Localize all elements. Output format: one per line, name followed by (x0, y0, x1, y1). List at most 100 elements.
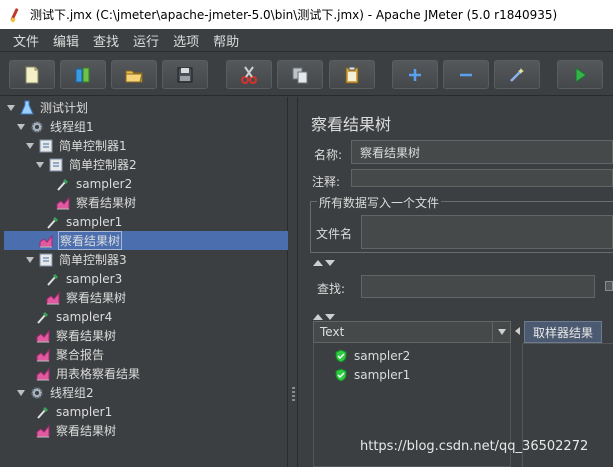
expand-toggle-icon[interactable] (25, 255, 35, 265)
tree-node-thread-group-1[interactable]: 线程组1 (16, 117, 94, 136)
menu-run[interactable]: 运行 (126, 31, 166, 50)
tree-node-view-results-tree[interactable]: 察看结果树 (35, 326, 116, 345)
menu-file[interactable]: 文件 (6, 31, 46, 50)
window-title-bar: 测试下.jmx (C:\jmeter\apache-jmeter-5.0\bin… (0, 0, 613, 29)
expand-toggle-icon[interactable] (16, 122, 26, 132)
cut-icon (241, 65, 257, 84)
chart-listener-icon (56, 196, 70, 209)
menu-search[interactable]: 查找 (86, 31, 126, 50)
start-icon (575, 66, 587, 83)
jmeter-feather-icon (8, 8, 22, 22)
tree-node-view-results-tree[interactable]: 察看结果树 (45, 288, 126, 307)
expand-toggle-icon[interactable] (35, 160, 45, 170)
chart-listener-icon (36, 348, 50, 361)
chart-listener-icon (46, 291, 60, 304)
chevron-down-icon[interactable] (492, 322, 510, 342)
renderer-select-value: Text (320, 325, 345, 339)
collapse-all-button[interactable] (443, 60, 489, 89)
name-field[interactable]: 察看结果树 (351, 140, 613, 164)
templates-icon (75, 67, 90, 82)
chart-listener-icon (36, 329, 50, 342)
paste-icon (345, 66, 359, 83)
comment-label: 注释: (312, 175, 341, 189)
toggle-button[interactable] (494, 60, 540, 89)
expand-all-button[interactable] (392, 60, 438, 89)
tree-node-test-plan[interactable]: 测试计划 (6, 98, 88, 117)
tree-node-view-results-tree[interactable]: 察看结果树 (55, 193, 136, 212)
tree-node-sampler2[interactable]: sampler2 (55, 174, 132, 193)
arrow-down-icon (325, 314, 335, 320)
open-icon (125, 70, 143, 82)
list-item[interactable]: sampler1 (334, 366, 410, 384)
filename-field[interactable] (361, 215, 613, 249)
collapse-divider-2[interactable] (313, 309, 343, 320)
expand-toggle-icon[interactable] (16, 388, 26, 398)
tree-node-simple-controller-1[interactable]: 简单控制器1 (25, 136, 127, 155)
controller-icon (39, 253, 53, 266)
test-plan-tree[interactable]: 测试计划 线程组1 简单控制器1 简单控制器2 sampler2 察看结果树 s… (0, 97, 288, 467)
gear-icon (31, 386, 43, 399)
menu-options[interactable]: 选项 (166, 31, 206, 50)
tree-node-view-results-table[interactable]: 用表格察看结果 (35, 364, 140, 383)
chart-listener-icon (39, 234, 53, 247)
comment-field[interactable] (351, 169, 613, 187)
tree-node-simple-controller-3[interactable]: 简单控制器3 (25, 250, 127, 269)
tab-sampler-result[interactable]: 取样器结果 (524, 321, 602, 343)
cut-button[interactable] (226, 60, 272, 89)
start-button[interactable] (557, 60, 603, 89)
expand-toggle-icon[interactable] (25, 141, 35, 151)
paste-button[interactable] (329, 60, 375, 89)
view-results-tree-panel: 察看结果树 名称: 察看结果树 注释: 所有数据写入一个文件 文件名 查找: T… (299, 97, 613, 467)
search-option-checkbox[interactable] (605, 281, 613, 291)
toolbar (0, 52, 613, 96)
collapse-divider[interactable] (313, 255, 343, 266)
new-icon (25, 66, 39, 83)
write-to-file-group-title: 所有数据写入一个文件 (317, 194, 442, 211)
list-item[interactable]: sampler2 (334, 347, 410, 365)
pipette-icon (37, 406, 48, 419)
menu-bar: 文件 编辑 查找 运行 选项 帮助 (0, 29, 613, 52)
menu-edit[interactable]: 编辑 (46, 31, 86, 50)
expand-toggle-icon[interactable] (6, 103, 16, 113)
panel-title: 察看结果树 (311, 115, 392, 134)
save-icon (177, 67, 193, 82)
arrow-down-icon (325, 260, 335, 266)
tree-node-sampler4[interactable]: sampler4 (35, 307, 112, 326)
plus-icon (409, 68, 421, 81)
open-button[interactable] (111, 60, 157, 89)
tree-splitter[interactable] (289, 97, 298, 467)
pipette-icon (47, 216, 58, 229)
success-shield-icon (335, 368, 347, 382)
controller-icon (49, 158, 63, 171)
window-title: 测试下.jmx (C:\jmeter\apache-jmeter-5.0\bin… (30, 8, 558, 22)
renderer-select[interactable]: Text (313, 321, 511, 343)
gear-icon (31, 120, 43, 133)
tree-node-sampler1[interactable]: sampler1 (35, 402, 112, 421)
tree-node-sampler3[interactable]: sampler3 (45, 269, 122, 288)
tree-node-simple-controller-2[interactable]: 简单控制器2 (35, 155, 137, 174)
new-button[interactable] (9, 60, 55, 89)
minus-icon (460, 73, 472, 76)
filename-label: 文件名 (316, 227, 353, 241)
success-shield-icon (335, 349, 347, 363)
chart-listener-icon (36, 424, 50, 437)
pipette-icon (57, 178, 68, 191)
tree-node-aggregate-report[interactable]: 聚合报告 (35, 345, 104, 364)
copy-button[interactable] (277, 60, 323, 89)
tree-node-thread-group-2[interactable]: 线程组2 (16, 383, 94, 402)
copy-icon (292, 67, 308, 83)
menu-help[interactable]: 帮助 (206, 31, 246, 50)
search-input[interactable] (361, 275, 595, 298)
watermark-text: https://blog.csdn.net/qq_36502272 (360, 439, 589, 454)
wand-icon (510, 67, 524, 82)
splitter-grip-icon (292, 387, 295, 401)
save-button[interactable] (162, 60, 208, 89)
search-label: 查找: (317, 282, 346, 296)
chart-listener-icon (36, 367, 50, 380)
templates-button[interactable] (60, 60, 106, 89)
pipette-icon (47, 273, 58, 286)
controller-icon (39, 139, 53, 152)
tree-node-sampler1[interactable]: sampler1 (45, 212, 122, 231)
tree-node-view-results-tree[interactable]: 察看结果树 (35, 421, 116, 440)
tree-node-view-results-tree-selected[interactable]: 察看结果树 (38, 231, 123, 250)
